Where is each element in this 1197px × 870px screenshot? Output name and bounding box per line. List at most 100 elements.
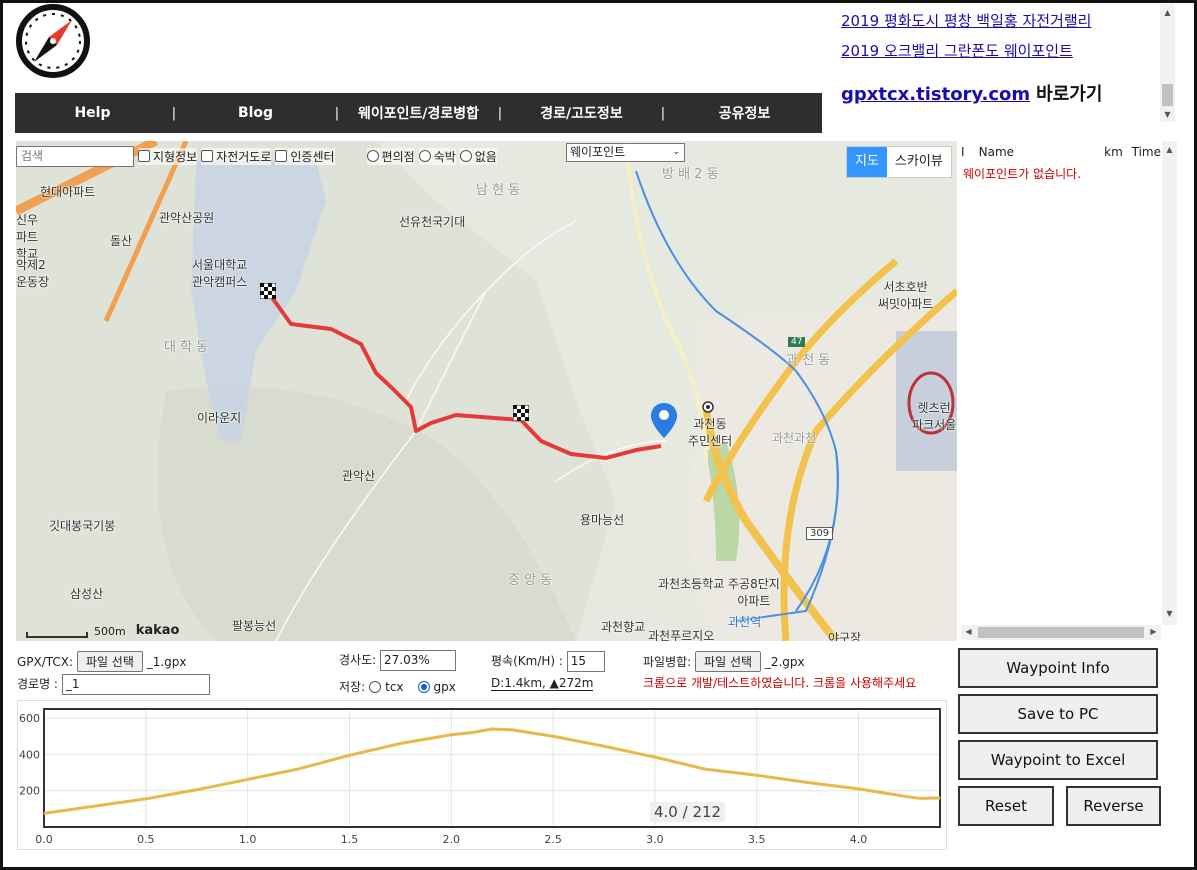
scroll-left-icon[interactable]: ◀ <box>961 625 976 639</box>
elevation-point <box>755 774 758 777</box>
main-nav: Help | Blog | 웨이포인트/경로병합 | 경로/고도정보 | 공유정… <box>15 93 822 133</box>
poi-lodging[interactable]: 숙박 <box>418 147 456 165</box>
poi-label: 숙박 <box>433 149 456 164</box>
save-to-pc-button[interactable]: Save to PC <box>958 694 1158 734</box>
map-label: 이라운지 <box>197 411 242 425</box>
nav-separator: | <box>334 105 340 121</box>
slope-row: 경사도: 27.03% <box>339 650 456 671</box>
speed-label: 평속(Km/H) : <box>491 654 563 668</box>
radio-icon[interactable] <box>417 680 430 693</box>
checkbox-icon[interactable] <box>275 150 288 162</box>
waypoint-to-excel-button[interactable]: Waypoint to Excel <box>958 740 1158 780</box>
nav-separator: | <box>660 105 666 121</box>
reset-button[interactable]: Reset <box>958 786 1054 826</box>
radio-icon[interactable] <box>418 150 431 162</box>
route-name-input[interactable]: _1 <box>61 674 210 695</box>
waypoint-select-value: 웨이포인트 <box>570 145 626 159</box>
elevation-point <box>399 742 402 745</box>
nav-separator: | <box>497 105 503 121</box>
speed-input[interactable]: 15 <box>566 651 605 672</box>
radio-icon[interactable] <box>366 150 379 162</box>
map-label: 과천초등학교 <box>658 577 725 591</box>
elevation-point <box>939 797 941 799</box>
chevron-down-icon: ⌄ <box>672 147 680 157</box>
finish-flag-icon[interactable] <box>513 405 529 421</box>
scroll-thumb[interactable] <box>978 627 1144 638</box>
slope-input[interactable]: 27.03% <box>380 650 456 671</box>
reverse-button[interactable]: Reverse <box>1066 786 1161 826</box>
map-label: 과천동 주민센터 <box>688 417 733 448</box>
checkbox-icon[interactable] <box>201 150 214 162</box>
scroll-down-icon[interactable]: ▼ <box>1162 607 1177 621</box>
waypoint-info-button[interactable]: Waypoint Info <box>958 648 1158 688</box>
news-link-2[interactable]: 2019 오크밸리 그란폰도 웨이포인트 <box>841 36 1159 66</box>
merge-file-name: _2.gpx <box>764 655 805 669</box>
news-scrollbar[interactable]: ▲ ▼ <box>1160 4 1175 122</box>
waypoint-select[interactable]: 웨이포인트 ⌄ <box>566 143 685 162</box>
elevation-chart-svg: 0.0 0.5 1.0 1.5 2.0 2.5 3.0 3.5 4.0 200 400 600 <box>19 708 941 846</box>
slope-label: 경사도: <box>339 653 377 667</box>
location-pin-icon[interactable] <box>650 402 678 440</box>
map-label: 악제2 운동장 <box>16 258 50 289</box>
poi-convenience[interactable]: 편의점 <box>366 147 415 165</box>
map-search-input[interactable]: 검색 <box>16 145 134 167</box>
nav-route-elevation[interactable]: 경로/고도정보 <box>504 103 659 123</box>
nav-blog[interactable]: Blog <box>178 105 333 121</box>
layer-certcenter[interactable]: 인증센터 <box>275 147 335 165</box>
col-time: Time <box>1131 145 1161 159</box>
maptype-map-button[interactable]: 지도 <box>847 147 887 177</box>
road-sign: 47 <box>788 337 806 347</box>
x-tick-label: 0.5 <box>137 833 155 846</box>
elevation-chart[interactable]: 0.0 0.5 1.0 1.5 2.0 2.5 3.0 3.5 4.0 200 400 600 4.0… <box>17 700 947 850</box>
site-link[interactable]: gpxtcx.tistory.com <box>841 84 1030 106</box>
elevation-point <box>450 733 453 736</box>
map-type-control: 지도 스카이뷰 <box>846 146 952 178</box>
elevation-point <box>654 756 656 758</box>
nav-share[interactable]: 공유정보 <box>667 103 822 123</box>
checkbox-icon[interactable] <box>138 150 150 162</box>
col-index: I <box>961 145 965 159</box>
map-label: 대 학 동 <box>164 340 209 355</box>
map-label: 중 앙 동 <box>508 573 553 588</box>
map-label: 깃대봉국기봉 <box>49 519 116 533</box>
x-tick-label: 4.0 <box>850 833 868 846</box>
waypoint-hscroll[interactable]: ◀ ▶ <box>961 625 1161 640</box>
scale-bar <box>26 632 88 638</box>
news-frame: 2019 평화도시 평창 백일홍 자전거랠리 2019 오크밸리 그란폰도 웨이… <box>841 6 1159 121</box>
poi-label: 편의점 <box>381 149 415 164</box>
start-flag-icon[interactable] <box>260 283 276 299</box>
elevation-point <box>857 788 860 790</box>
nav-waypoint-merge[interactable]: 웨이포인트/경로병합 <box>341 103 496 123</box>
map-label: 남 현 동 <box>476 183 521 198</box>
waypoint-vscroll[interactable]: ▲ ▼ <box>1162 141 1177 625</box>
scroll-down-icon[interactable]: ▼ <box>1160 108 1175 122</box>
poi-none[interactable]: 없음 <box>459 147 497 165</box>
gpx-file-button[interactable]: 파일 선택 <box>76 651 143 672</box>
merge-file-button[interactable]: 파일 선택 <box>695 651 762 672</box>
compass-logo-icon[interactable] <box>14 2 92 80</box>
news-link-1[interactable]: 2019 평화도시 평창 백일홍 자전거랠리 <box>841 6 1159 36</box>
layer-terrain[interactable]: 지형정보 <box>138 147 198 165</box>
route-summary: D:1.4km, ▲272m <box>491 676 594 691</box>
merge-row: 파일병합: 파일 선택 _2.gpx <box>643 651 805 672</box>
scroll-thumb[interactable] <box>1162 84 1173 106</box>
maptype-skyview-button[interactable]: 스카이뷰 <box>887 147 951 177</box>
kakao-logo: kakao <box>135 623 180 638</box>
elevation-point <box>195 788 198 791</box>
nav-help[interactable]: Help <box>15 105 170 121</box>
map-view[interactable]: 현대아파트 관악산공원 서울대학교 관악캠퍼스 대 학 동 이라운지 선유천국기… <box>16 141 957 641</box>
radio-icon[interactable] <box>369 680 382 693</box>
elevation-point <box>806 781 809 784</box>
radio-icon[interactable] <box>459 150 472 162</box>
elevation-point <box>145 798 147 800</box>
x-tick-label: 0.0 <box>35 833 53 846</box>
waypoint-table-header: I Name km Time <box>961 141 1161 163</box>
layer-bikeroad[interactable]: 자전거도로 <box>201 147 272 165</box>
gpx-label: GPX/TCX: <box>17 655 74 669</box>
chart-tooltip: 4.0 / 212 <box>650 802 726 822</box>
scroll-up-icon[interactable]: ▲ <box>1162 143 1177 157</box>
map-label: 과천역 <box>728 615 762 629</box>
scroll-right-icon[interactable]: ▶ <box>1146 625 1161 639</box>
center-poi-icon <box>702 401 714 413</box>
scroll-up-icon[interactable]: ▲ <box>1160 6 1175 20</box>
